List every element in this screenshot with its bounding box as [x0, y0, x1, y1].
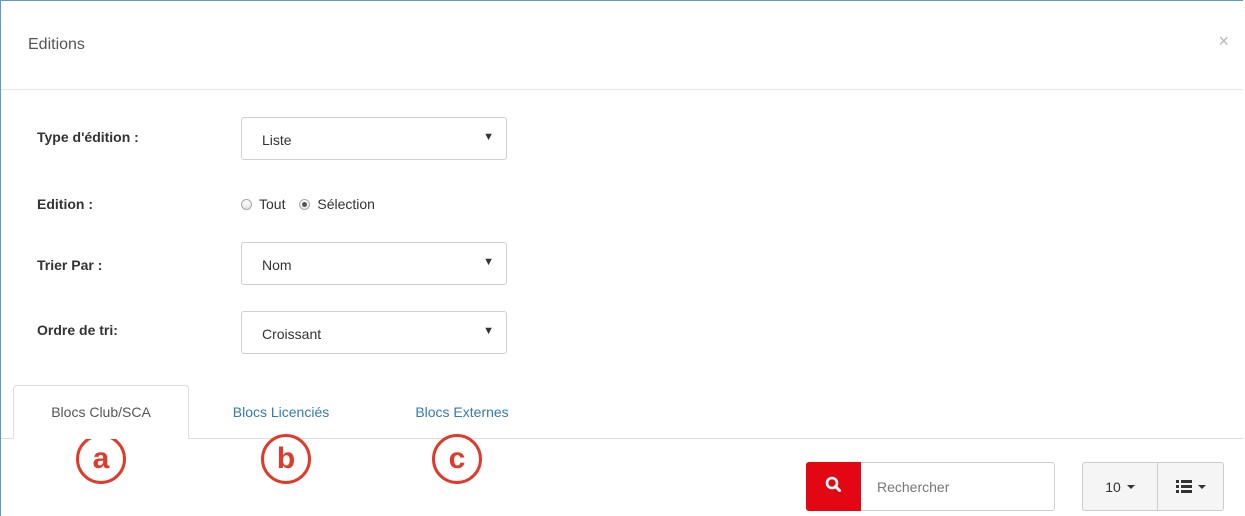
- radio-tout[interactable]: Tout: [241, 196, 285, 212]
- type-edition-value: Liste: [262, 132, 292, 148]
- sort-order-label: Ordre de tri:: [37, 322, 118, 338]
- chevron-down-icon: ▼: [483, 131, 494, 143]
- table-controls: 10: [1082, 462, 1224, 511]
- radio-tout-label: Tout: [259, 196, 286, 212]
- type-edition-label: Type d'édition :: [37, 129, 139, 145]
- page-size-value: 10: [1105, 478, 1121, 495]
- sort-order-value: Croissant: [262, 326, 322, 342]
- search-input[interactable]: [861, 462, 1055, 511]
- radio-unchecked-icon: [241, 198, 252, 210]
- search-button[interactable]: [806, 462, 862, 511]
- view-toggle-dropdown[interactable]: [1158, 462, 1224, 511]
- list-icon: [1175, 480, 1192, 493]
- sort-by-select[interactable]: Nom ▼: [241, 242, 507, 285]
- editions-modal: Editions × Type d'édition : Liste ▼ Edit…: [0, 0, 1243, 516]
- edition-radio-group: Tout Sélection: [241, 196, 385, 213]
- radio-selection[interactable]: Sélection: [299, 196, 375, 212]
- annotation-marker-b: b: [261, 434, 311, 484]
- modal-header: Editions ×: [1, 1, 1243, 90]
- page-size-dropdown[interactable]: 10: [1082, 462, 1158, 511]
- close-icon[interactable]: ×: [1218, 32, 1229, 50]
- search-icon: [825, 476, 841, 492]
- annotation-marker-c: c: [432, 434, 482, 484]
- type-edition-select[interactable]: Liste ▼: [241, 117, 507, 160]
- sort-by-value: Nom: [262, 257, 292, 273]
- tab-blocs-externes[interactable]: Blocs Externes: [386, 385, 538, 439]
- chevron-down-icon: ▼: [483, 256, 494, 268]
- radio-selection-label: Sélection: [317, 196, 375, 212]
- tab-blocs-licencies[interactable]: Blocs Licenciés: [206, 385, 356, 439]
- edition-label: Edition :: [37, 196, 93, 212]
- caret-down-icon: [1197, 484, 1206, 489]
- sort-order-select[interactable]: Croissant ▼: [241, 311, 507, 354]
- chevron-down-icon: ▼: [483, 325, 494, 337]
- modal-title: Editions: [28, 36, 85, 53]
- annotation-marker-a: a: [76, 434, 126, 484]
- radio-checked-icon: [299, 198, 311, 210]
- tab-blocs-club[interactable]: Blocs Club/SCA: [13, 385, 189, 439]
- sort-by-label: Trier Par :: [37, 257, 103, 273]
- caret-down-icon: [1126, 484, 1135, 489]
